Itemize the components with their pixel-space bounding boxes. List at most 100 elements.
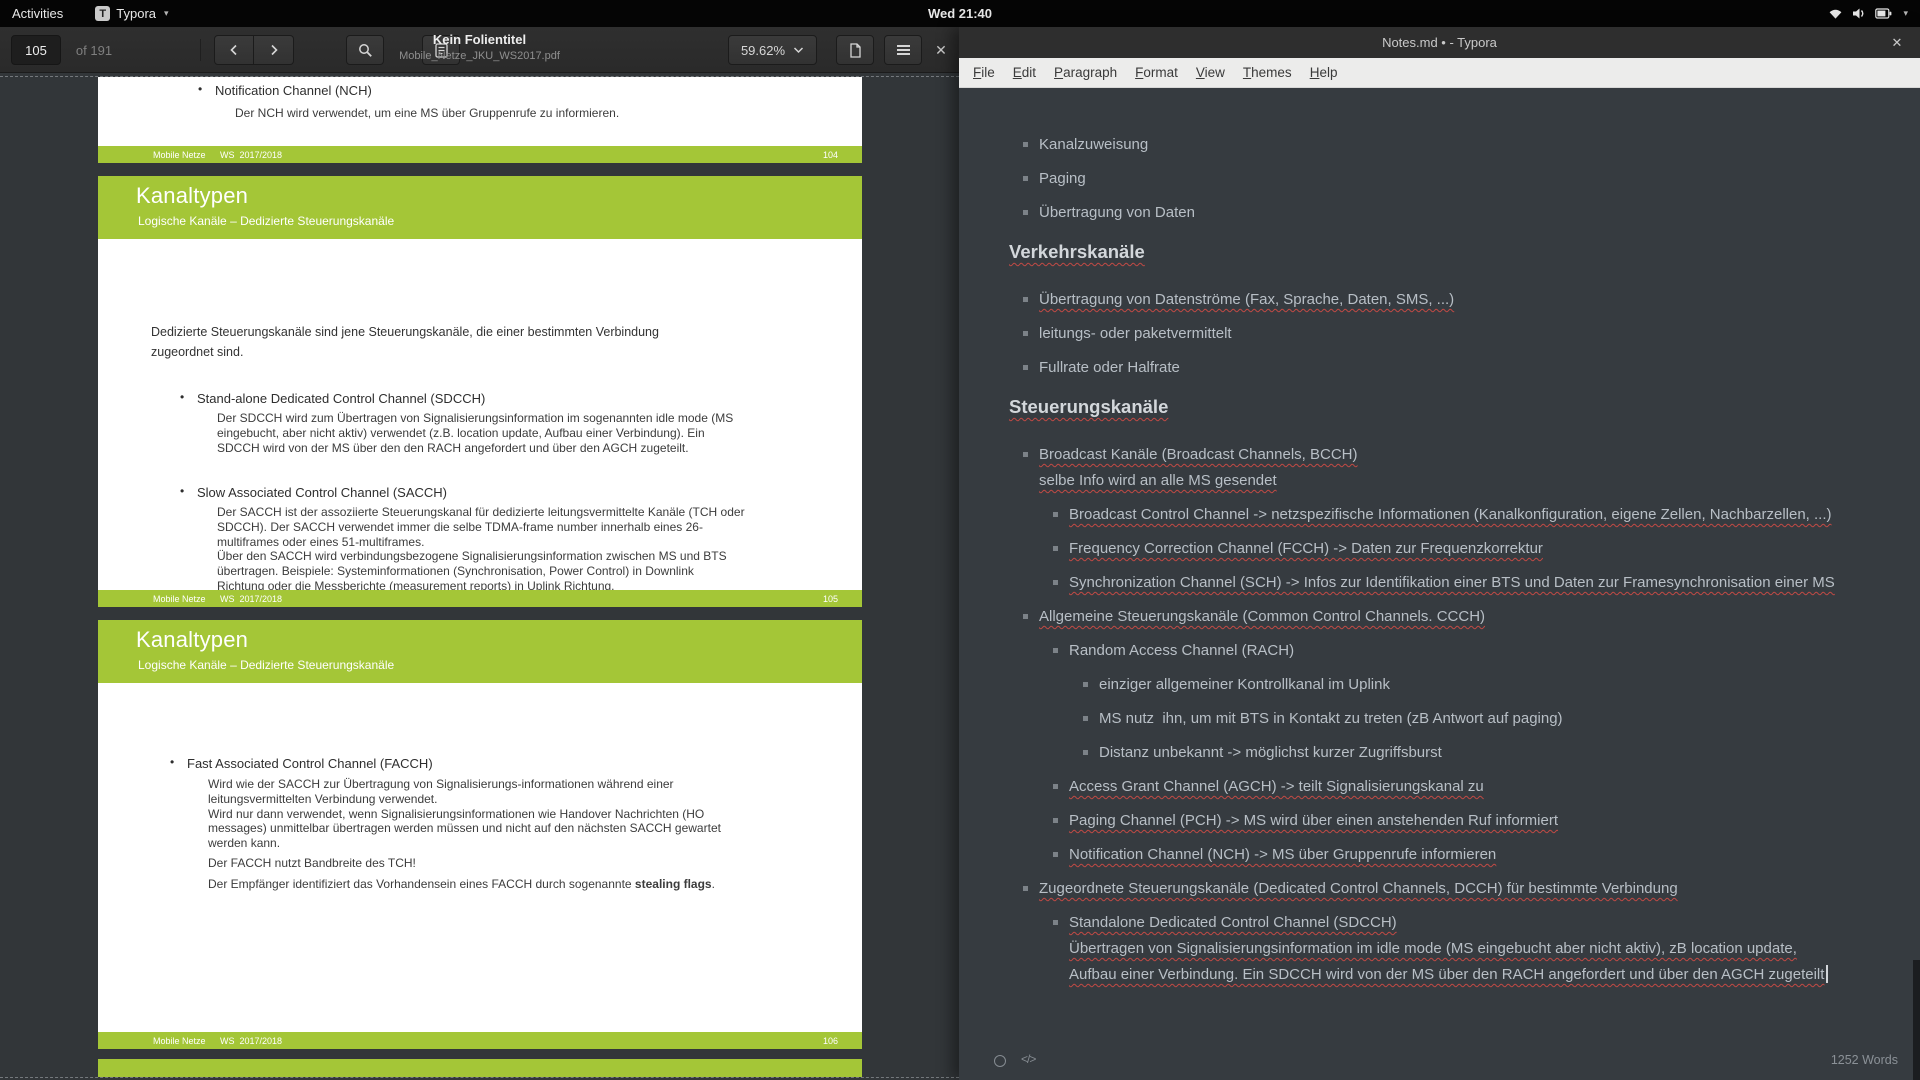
slide-105: Kanaltypen Logische Kanäle – Dedizierte … [98,176,862,607]
system-tray[interactable]: ▾ [1828,0,1920,27]
chevron-right-icon [269,44,279,56]
md-text: Übertragung von Daten [1039,202,1195,223]
slide-text: Der FACCH nutzt Bandbreite des TCH! [208,856,416,870]
md-list-item[interactable]: einziger allgemeiner Kontrollkanal im Up… [1099,674,1906,695]
md-list-item[interactable]: Broadcast Control Channel -> netzspezifi… [1069,504,1906,525]
md-list-item[interactable]: Zugeordnete Steuerungskanäle (Dedicated … [1039,878,1906,899]
slide-bullet: Slow Associated Control Channel (SACCH) [197,485,447,500]
md-list-item[interactable]: Fullrate oder Halfrate [1039,357,1906,378]
text-line: SDCCH). Der SACCH verwendet immer die se… [217,520,745,535]
slide-header: Kanaltypen Logische Kanäle – Dedizierte … [98,176,862,239]
menu-help[interactable]: Help [1301,61,1347,84]
search-button[interactable] [346,35,384,65]
md-heading[interactable]: Steuerungskanäle [1009,394,1168,420]
sidebar-toggle-button[interactable] [422,35,460,65]
md-text: Broadcast Control Channel -> netzspezifi… [1069,504,1832,525]
slide-text: Der SACCH ist der assoziierte Steuerungs… [217,505,745,594]
menu-edit[interactable]: Edit [1004,61,1045,84]
slide-text-part: . [712,877,715,891]
typora-close-button[interactable]: ✕ [1884,27,1910,58]
bullet-icon [1023,210,1028,215]
next-page-button[interactable] [254,35,294,65]
thumbnails-icon [435,43,448,58]
md-text: Zugeordnete Steuerungskanäle (Dedicated … [1039,878,1678,899]
pdf-toolbar: 105 of 191 [0,27,959,73]
page-number-input[interactable]: 105 [11,35,61,65]
slide-header: Kanaltypen Logische Kanäle – Dedizierte … [98,620,862,683]
md-list-item[interactable]: Paging Channel (PCH) -> MS wird über ein… [1069,810,1906,831]
typora-window: Notes.md • - Typora ✕ FileEditParagraphF… [959,27,1920,1080]
text-line: übertragen. Beispiele: Systeminformation… [217,564,745,579]
footer-page-number: 106 [823,1036,838,1046]
footer-page-number: 105 [823,594,838,604]
menu-paragraph[interactable]: Paragraph [1045,61,1126,84]
markdown-editor[interactable]: Kanalzuweisung Paging Übertragung von Date… [959,88,1920,1040]
slide-text: Der NCH wird verwendet, um eine MS über … [235,106,619,120]
footer-term: WS 2017/2018 [220,594,282,604]
md-list-item[interactable]: Kanalzuweisung [1039,134,1906,155]
menu-button[interactable] [884,35,922,65]
md-list-item[interactable]: Notification Channel (NCH) -> MS über Gr… [1069,844,1906,865]
window-title: Notes.md • - Typora [1382,35,1497,50]
menu-themes[interactable]: Themes [1234,61,1301,84]
md-list-item[interactable]: Broadcast Kanäle (Broadcast Channels, BC… [1039,444,1906,491]
bullet-icon [1053,818,1058,823]
search-icon [358,43,373,58]
md-list-item[interactable]: Access Grant Channel (AGCH) -> teilt Sig… [1069,776,1906,797]
bullet-icon [1053,512,1058,517]
menu-file[interactable]: File [964,61,1004,84]
page-icon [849,43,862,58]
md-list-item[interactable]: Frequency Correction Channel (FCCH) -> D… [1069,538,1906,559]
slide-text: Wird wie der SACCH zur Übertragung von S… [208,777,721,851]
bullet-icon [1053,648,1058,653]
zoom-level-dropdown[interactable]: 59.62% [728,35,817,65]
footer-term: WS 2017/2018 [220,150,282,160]
md-text: Random Access Channel (RACH) [1069,640,1294,661]
bullet-icon [1023,365,1028,370]
text-cursor [1826,965,1828,983]
pdf-document-area[interactable]: Notification Channel (NCH) Der NCH wird … [0,73,959,1080]
md-list-item[interactable]: Allgemeine Steuerungskanäle (Common Cont… [1039,606,1906,627]
md-text: Übertragen von Signalisierungsinformatio… [1069,938,1797,959]
md-list-item[interactable]: Übertragung von Datenströme (Fax, Sprach… [1039,289,1906,310]
chevron-down-icon: ▾ [1903,8,1908,19]
md-list-item[interactable]: leitungs- oder paketvermittelt [1039,323,1906,344]
scrollbar-thumb[interactable] [1913,960,1920,1080]
slide-title: Kanaltypen [136,627,248,653]
md-list-item[interactable]: Random Access Channel (RACH) [1069,640,1906,661]
md-list-item[interactable]: Standalone Dedicated Control Channel (SD… [1069,912,1906,985]
pdf-close-button[interactable]: ✕ [928,38,954,62]
menu-view[interactable]: View [1187,61,1234,84]
text-line: Der SACCH ist der assoziierte Steuerungs… [217,505,745,520]
bullet-icon [1023,176,1028,181]
text-line: werden kann. [208,836,721,851]
slide-107-partial [98,1059,862,1077]
md-heading[interactable]: Verkehrskanäle [1009,239,1145,265]
bullet-icon [1053,784,1058,789]
volume-icon [1852,7,1866,20]
clock[interactable]: Wed 21:40 [0,6,1920,21]
md-text: Paging [1039,168,1086,189]
slide-text: Der SDCCH wird zum Übertragen von Signal… [217,411,733,455]
menu-format[interactable]: Format [1126,61,1187,84]
page-view-button[interactable] [836,35,874,65]
slide-text-bold: stealing flags [635,877,712,891]
text-line: multiframes oder eines 51-multiframes. [217,535,745,550]
footer-page-number: 104 [823,150,838,160]
md-list-item[interactable]: Paging [1039,168,1906,189]
status-circle-icon[interactable] [994,1055,1006,1067]
typora-titlebar[interactable]: Notes.md • - Typora ✕ [959,27,1920,58]
text-line: Über den SACCH wird verbindungsbezogene … [217,549,745,564]
text-line: Wird wie der SACCH zur Übertragung von S… [208,777,721,792]
md-list-item[interactable]: Distanz unbekannt -> möglichst kurzer Zu… [1099,742,1906,763]
slide-footer: Mobile Netze WS 2017/2018 104 [98,146,862,163]
text-line: eingebucht, aber nicht aktiv) verwendet … [217,426,733,441]
slide-footer: Mobile Netze WS 2017/2018 106 [98,1032,862,1049]
md-list-item[interactable]: Synchronization Channel (SCH) -> Infos z… [1069,572,1906,593]
word-count: 1252 Words [1831,1053,1898,1067]
md-list-item[interactable]: MS nutz ihn, um mit BTS in Kontakt zu tr… [1099,708,1906,729]
source-mode-toggle[interactable]: </> [1021,1052,1035,1066]
md-text: leitungs- oder paketvermittelt [1039,323,1232,344]
md-list-item[interactable]: Übertragung von Daten [1039,202,1906,223]
previous-page-button[interactable] [214,35,254,65]
